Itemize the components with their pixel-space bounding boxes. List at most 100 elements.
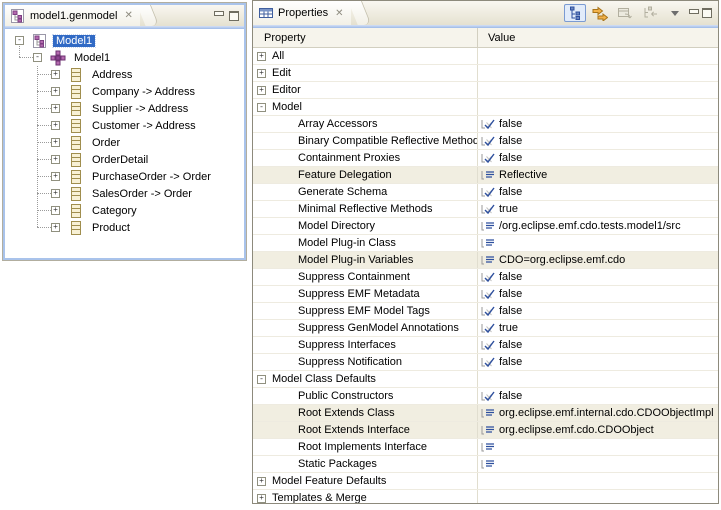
tab-properties[interactable]: Properties ✕ (253, 1, 351, 25)
expand-icon[interactable]: + (51, 87, 60, 96)
property-value-cell[interactable]: Reflective (478, 167, 718, 183)
property-row[interactable]: Public Constructors false (253, 388, 718, 405)
collapse-icon[interactable]: - (33, 53, 42, 62)
property-value-cell[interactable]: false (478, 133, 718, 149)
property-row[interactable]: Suppress Interfaces false (253, 337, 718, 354)
property-value-cell[interactable]: false (478, 150, 718, 166)
expand-icon[interactable]: + (51, 121, 60, 130)
property-value-cell[interactable]: false (478, 388, 718, 404)
property-row[interactable]: Generate Schema false (253, 184, 718, 201)
tree-item-class[interactable]: + Company -> Address (5, 83, 244, 100)
property-value-cell[interactable]: true (478, 320, 718, 336)
property-row[interactable]: - Model Class Defaults (253, 371, 718, 388)
show-categories-tree-icon[interactable] (564, 4, 586, 22)
collapse-icon[interactable]: - (15, 36, 24, 45)
property-row[interactable]: - Model (253, 99, 718, 116)
tree-item-label[interactable]: SalesOrder -> Order (89, 188, 195, 200)
expand-icon[interactable]: + (51, 223, 60, 232)
property-value-cell[interactable]: /org.eclipse.emf.cdo.tests.model1/src (478, 218, 718, 234)
property-value-cell[interactable]: true (478, 201, 718, 217)
property-value-cell[interactable] (478, 65, 718, 81)
property-row[interactable]: Binary Compatible Reflective Methods fal… (253, 133, 718, 150)
property-value-cell[interactable] (478, 235, 718, 251)
property-value-cell[interactable]: false (478, 303, 718, 319)
tree-item-label[interactable]: Model1 (71, 52, 113, 64)
tree-item-label[interactable]: Company -> Address (89, 86, 198, 98)
tree-item-label[interactable]: Customer -> Address (89, 120, 199, 132)
property-row[interactable]: + Model Feature Defaults (253, 473, 718, 490)
expand-icon[interactable]: + (257, 86, 266, 95)
expand-icon[interactable]: + (51, 189, 60, 198)
tree-item-label[interactable]: Supplier -> Address (89, 103, 191, 115)
tree-item-label[interactable]: Product (89, 222, 133, 234)
property-row[interactable]: Root Extends Class org.eclipse.emf.inter… (253, 405, 718, 422)
property-value-cell[interactable] (478, 439, 718, 455)
tree-item-class[interactable]: + Product (5, 219, 244, 236)
tree-item-label-selected[interactable]: Model1 (53, 35, 95, 47)
property-value-cell[interactable]: org.eclipse.emf.internal.cdo.CDOObjectIm… (478, 405, 718, 421)
property-row[interactable]: Model Directory /org.eclipse.emf.cdo.tes… (253, 218, 718, 235)
property-row[interactable]: Containment Proxies false (253, 150, 718, 167)
minimize-icon[interactable] (214, 11, 224, 16)
tab-model1-genmodel[interactable]: model1.genmodel ✕ (5, 5, 140, 26)
expand-icon[interactable]: + (51, 155, 60, 164)
property-value-cell[interactable]: false (478, 354, 718, 370)
close-icon[interactable]: ✕ (335, 8, 343, 19)
property-row[interactable]: Suppress EMF Metadata false (253, 286, 718, 303)
property-value-cell[interactable]: false (478, 269, 718, 285)
tree-item-package[interactable]: - Model1 (5, 49, 244, 66)
expand-icon[interactable]: + (51, 172, 60, 181)
property-value-cell[interactable]: false (478, 286, 718, 302)
property-row[interactable]: Suppress GenModel Annotations true (253, 320, 718, 337)
expand-icon[interactable]: + (257, 477, 266, 486)
expand-icon[interactable]: + (257, 69, 266, 78)
property-row[interactable]: Suppress EMF Model Tags false (253, 303, 718, 320)
property-value-cell[interactable] (478, 99, 718, 115)
tree-item-class[interactable]: + PurchaseOrder -> Order (5, 168, 244, 185)
show-advanced-properties-icon[interactable] (589, 4, 611, 22)
minimize-icon[interactable] (689, 9, 699, 14)
expand-icon[interactable]: + (257, 494, 266, 503)
property-value-cell[interactable]: false (478, 184, 718, 200)
tree-item-class[interactable]: + SalesOrder -> Order (5, 185, 244, 202)
property-row[interactable]: Minimal Reflective Methods true (253, 201, 718, 218)
expand-icon[interactable]: + (257, 52, 266, 61)
tree-item-class[interactable]: + OrderDetail (5, 151, 244, 168)
tree-item-label[interactable]: OrderDetail (89, 154, 151, 166)
property-value-cell[interactable] (478, 48, 718, 64)
expand-icon[interactable]: + (51, 138, 60, 147)
property-value-cell[interactable] (478, 82, 718, 98)
tree-item-class[interactable]: + Supplier -> Address (5, 100, 244, 117)
tree-item-label[interactable]: PurchaseOrder -> Order (89, 171, 214, 183)
property-row[interactable]: Model Plug-in Class (253, 235, 718, 252)
tree-item-root[interactable]: - Model1 (5, 32, 244, 49)
expand-icon[interactable]: - (257, 103, 266, 112)
property-value-cell[interactable]: CDO=org.eclipse.emf.cdo (478, 252, 718, 268)
expand-icon[interactable]: + (51, 70, 60, 79)
tree-item-label[interactable]: Category (89, 205, 140, 217)
property-row[interactable]: Root Implements Interface (253, 439, 718, 456)
tree-item-class[interactable]: + Order (5, 134, 244, 151)
maximize-icon[interactable] (229, 11, 239, 21)
property-value-cell[interactable] (478, 456, 718, 472)
property-row[interactable]: Suppress Notification false (253, 354, 718, 371)
tree-item-label[interactable]: Order (89, 137, 123, 149)
property-row[interactable]: Static Packages (253, 456, 718, 473)
property-row[interactable]: Root Extends Interface org.eclipse.emf.c… (253, 422, 718, 439)
maximize-icon[interactable] (702, 8, 712, 18)
property-value-cell[interactable]: false (478, 116, 718, 132)
property-value-cell[interactable] (478, 371, 718, 387)
property-value-cell[interactable] (478, 473, 718, 489)
property-row[interactable]: + Templates & Merge (253, 490, 718, 503)
tree-item-class[interactable]: + Address (5, 66, 244, 83)
property-row[interactable]: + Edit (253, 65, 718, 82)
expand-icon[interactable]: - (257, 375, 266, 384)
property-value-cell[interactable]: org.eclipse.emf.cdo.CDOObject (478, 422, 718, 438)
property-row[interactable]: Suppress Containment false (253, 269, 718, 286)
property-value-cell[interactable] (478, 490, 718, 503)
property-row[interactable]: Array Accessors false (253, 116, 718, 133)
expand-icon[interactable]: + (51, 206, 60, 215)
property-row[interactable]: Model Plug-in Variables CDO=org.eclipse.… (253, 252, 718, 269)
close-icon[interactable]: ✕ (124, 10, 132, 21)
expand-icon[interactable]: + (51, 104, 60, 113)
